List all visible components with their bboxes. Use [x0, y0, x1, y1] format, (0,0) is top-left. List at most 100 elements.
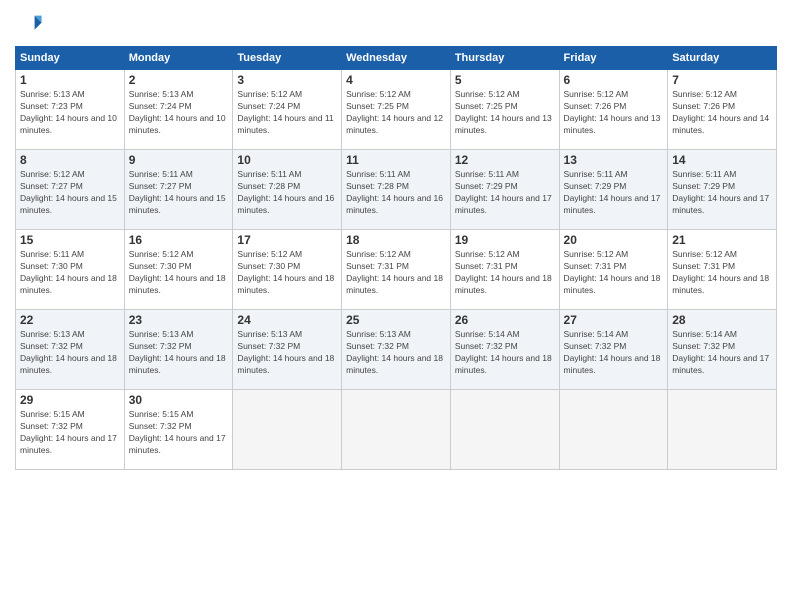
day-info: Sunrise: 5:14 AMSunset: 7:32 PMDaylight:… — [564, 329, 664, 377]
calendar-week-row: 8 Sunrise: 5:12 AMSunset: 7:27 PMDaylight… — [16, 150, 777, 230]
day-info: Sunrise: 5:12 AMSunset: 7:27 PMDaylight:… — [20, 169, 120, 217]
calendar-cell: 18 Sunrise: 5:12 AMSunset: 7:31 PMDayligh… — [342, 230, 451, 310]
calendar-week-row: 29 Sunrise: 5:15 AMSunset: 7:32 PMDayligh… — [16, 390, 777, 470]
day-info: Sunrise: 5:13 AMSunset: 7:32 PMDaylight:… — [129, 329, 229, 377]
calendar-cell — [668, 390, 777, 470]
day-info: Sunrise: 5:15 AMSunset: 7:32 PMDaylight:… — [20, 409, 120, 457]
calendar-cell: 24 Sunrise: 5:13 AMSunset: 7:32 PMDayligh… — [233, 310, 342, 390]
day-info: Sunrise: 5:11 AMSunset: 7:27 PMDaylight:… — [129, 169, 229, 217]
calendar-cell: 23 Sunrise: 5:13 AMSunset: 7:32 PMDayligh… — [124, 310, 233, 390]
calendar-cell: 26 Sunrise: 5:14 AMSunset: 7:32 PMDayligh… — [450, 310, 559, 390]
day-info: Sunrise: 5:11 AMSunset: 7:28 PMDaylight:… — [237, 169, 337, 217]
day-number: 24 — [237, 313, 337, 327]
calendar-cell — [233, 390, 342, 470]
day-info: Sunrise: 5:11 AMSunset: 7:30 PMDaylight:… — [20, 249, 120, 297]
day-number: 13 — [564, 153, 664, 167]
day-info: Sunrise: 5:12 AMSunset: 7:30 PMDaylight:… — [237, 249, 337, 297]
day-number: 20 — [564, 233, 664, 247]
calendar-cell: 9Sunrise: 5:11 AMSunset: 7:27 PMDaylight… — [124, 150, 233, 230]
day-number: 29 — [20, 393, 120, 407]
day-number: 6 — [564, 73, 664, 87]
calendar-header-wednesday: Wednesday — [342, 47, 451, 70]
day-number: 5 — [455, 73, 555, 87]
day-number: 16 — [129, 233, 229, 247]
day-info: Sunrise: 5:11 AMSunset: 7:29 PMDaylight:… — [672, 169, 772, 217]
day-number: 18 — [346, 233, 446, 247]
day-number: 30 — [129, 393, 229, 407]
calendar-cell: 10Sunrise: 5:11 AMSunset: 7:28 PMDayligh… — [233, 150, 342, 230]
calendar-cell: 12 Sunrise: 5:11 AMSunset: 7:29 PMDayligh… — [450, 150, 559, 230]
calendar-cell: 15 Sunrise: 5:11 AMSunset: 7:30 PMDayligh… — [16, 230, 125, 310]
day-info: Sunrise: 5:12 AMSunset: 7:24 PMDaylight:… — [237, 89, 337, 137]
day-number: 28 — [672, 313, 772, 327]
calendar-header-row: SundayMondayTuesdayWednesdayThursdayFrid… — [16, 47, 777, 70]
logo — [15, 10, 47, 38]
calendar-week-row: 1 Sunrise: 5:13 AMSunset: 7:23 PMDaylight… — [16, 70, 777, 150]
calendar-cell: 5 Sunrise: 5:12 AMSunset: 7:25 PMDaylight… — [450, 70, 559, 150]
calendar-cell: 8 Sunrise: 5:12 AMSunset: 7:27 PMDaylight… — [16, 150, 125, 230]
day-number: 4 — [346, 73, 446, 87]
day-number: 12 — [455, 153, 555, 167]
calendar-cell: 7 Sunrise: 5:12 AMSunset: 7:26 PMDaylight… — [668, 70, 777, 150]
calendar-cell: 25Sunrise: 5:13 AMSunset: 7:32 PMDayligh… — [342, 310, 451, 390]
calendar-header-thursday: Thursday — [450, 47, 559, 70]
day-info: Sunrise: 5:12 AMSunset: 7:31 PMDaylight:… — [672, 249, 772, 297]
day-number: 19 — [455, 233, 555, 247]
calendar-cell: 17 Sunrise: 5:12 AMSunset: 7:30 PMDayligh… — [233, 230, 342, 310]
calendar-header-saturday: Saturday — [668, 47, 777, 70]
calendar-cell: 6 Sunrise: 5:12 AMSunset: 7:26 PMDaylight… — [559, 70, 668, 150]
day-info: Sunrise: 5:14 AMSunset: 7:32 PMDaylight:… — [672, 329, 772, 377]
day-info: Sunrise: 5:13 AMSunset: 7:23 PMDaylight:… — [20, 89, 120, 137]
day-number: 26 — [455, 313, 555, 327]
calendar-cell: 28 Sunrise: 5:14 AMSunset: 7:32 PMDayligh… — [668, 310, 777, 390]
calendar-cell: 27 Sunrise: 5:14 AMSunset: 7:32 PMDayligh… — [559, 310, 668, 390]
day-info: Sunrise: 5:13 AMSunset: 7:32 PMDaylight:… — [20, 329, 120, 377]
day-info: Sunrise: 5:12 AMSunset: 7:31 PMDaylight:… — [346, 249, 446, 297]
day-info: Sunrise: 5:12 AMSunset: 7:31 PMDaylight:… — [564, 249, 664, 297]
calendar-cell: 14 Sunrise: 5:11 AMSunset: 7:29 PMDayligh… — [668, 150, 777, 230]
day-number: 11 — [346, 153, 446, 167]
calendar-cell: 21 Sunrise: 5:12 AMSunset: 7:31 PMDayligh… — [668, 230, 777, 310]
day-number: 8 — [20, 153, 120, 167]
logo-icon — [15, 10, 43, 38]
day-info: Sunrise: 5:12 AMSunset: 7:26 PMDaylight:… — [672, 89, 772, 137]
day-info: Sunrise: 5:14 AMSunset: 7:32 PMDaylight:… — [455, 329, 555, 377]
day-info: Sunrise: 5:13 AMSunset: 7:32 PMDaylight:… — [237, 329, 337, 377]
calendar-cell: 1 Sunrise: 5:13 AMSunset: 7:23 PMDaylight… — [16, 70, 125, 150]
header — [15, 10, 777, 38]
calendar-cell: 22Sunrise: 5:13 AMSunset: 7:32 PMDayligh… — [16, 310, 125, 390]
day-info: Sunrise: 5:12 AMSunset: 7:25 PMDaylight:… — [346, 89, 446, 137]
day-info: Sunrise: 5:12 AMSunset: 7:25 PMDaylight:… — [455, 89, 555, 137]
day-info: Sunrise: 5:12 AMSunset: 7:26 PMDaylight:… — [564, 89, 664, 137]
day-number: 23 — [129, 313, 229, 327]
calendar-cell: 29 Sunrise: 5:15 AMSunset: 7:32 PMDayligh… — [16, 390, 125, 470]
calendar-cell: 16 Sunrise: 5:12 AMSunset: 7:30 PMDayligh… — [124, 230, 233, 310]
calendar-header-friday: Friday — [559, 47, 668, 70]
day-info: Sunrise: 5:11 AMSunset: 7:28 PMDaylight:… — [346, 169, 446, 217]
day-number: 2 — [129, 73, 229, 87]
day-number: 7 — [672, 73, 772, 87]
calendar-header-monday: Monday — [124, 47, 233, 70]
calendar-cell: 19Sunrise: 5:12 AMSunset: 7:31 PMDayligh… — [450, 230, 559, 310]
day-number: 1 — [20, 73, 120, 87]
calendar-header-sunday: Sunday — [16, 47, 125, 70]
day-number: 27 — [564, 313, 664, 327]
calendar-header-tuesday: Tuesday — [233, 47, 342, 70]
day-number: 14 — [672, 153, 772, 167]
day-info: Sunrise: 5:11 AMSunset: 7:29 PMDaylight:… — [564, 169, 664, 217]
page: SundayMondayTuesdayWednesdayThursdayFrid… — [0, 0, 792, 612]
day-info: Sunrise: 5:13 AMSunset: 7:24 PMDaylight:… — [129, 89, 229, 137]
day-number: 21 — [672, 233, 772, 247]
calendar-cell — [559, 390, 668, 470]
calendar-cell: 11 Sunrise: 5:11 AMSunset: 7:28 PMDayligh… — [342, 150, 451, 230]
calendar: SundayMondayTuesdayWednesdayThursdayFrid… — [15, 46, 777, 470]
day-info: Sunrise: 5:13 AMSunset: 7:32 PMDaylight:… — [346, 329, 446, 377]
day-number: 15 — [20, 233, 120, 247]
day-info: Sunrise: 5:11 AMSunset: 7:29 PMDaylight:… — [455, 169, 555, 217]
calendar-cell: 3Sunrise: 5:12 AMSunset: 7:24 PMDaylight… — [233, 70, 342, 150]
day-number: 17 — [237, 233, 337, 247]
day-info: Sunrise: 5:12 AMSunset: 7:30 PMDaylight:… — [129, 249, 229, 297]
day-info: Sunrise: 5:15 AMSunset: 7:32 PMDaylight:… — [129, 409, 229, 457]
calendar-cell — [342, 390, 451, 470]
calendar-cell: 4 Sunrise: 5:12 AMSunset: 7:25 PMDaylight… — [342, 70, 451, 150]
